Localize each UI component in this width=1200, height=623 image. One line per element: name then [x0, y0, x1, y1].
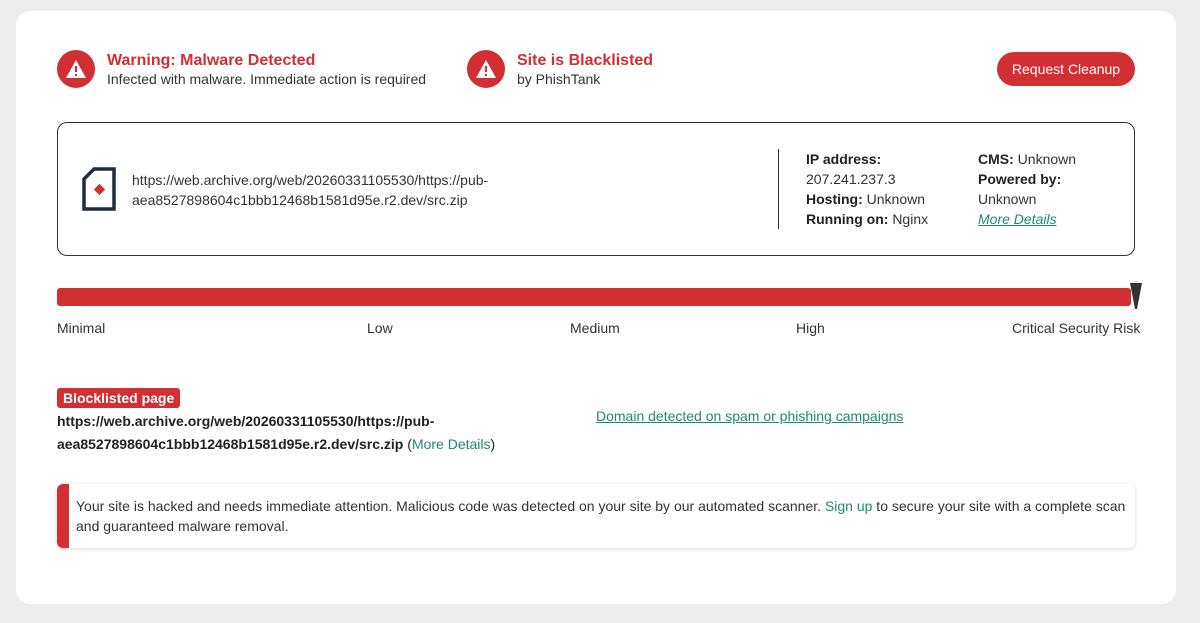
info-divider	[778, 149, 779, 229]
ip-value: 207.241.237.3	[806, 171, 896, 187]
scanned-url-line2: aea8527898604c1bbb12468b1581d95e.r2.dev/…	[132, 192, 468, 208]
risk-level-medium: Medium	[570, 320, 620, 336]
file-alert-icon	[82, 167, 116, 216]
server-info: IP address: 207.241.237.3 Hosting: Unkno…	[806, 149, 966, 229]
blocklisted-url-line1: https://web.archive.org/web/202603311055…	[57, 413, 435, 429]
notice-stripe	[57, 484, 69, 548]
site-info-box: https://web.archive.org/web/202603311055…	[57, 122, 1135, 256]
malware-alert-subtitle: Infected with malware. Immediate action …	[107, 70, 427, 87]
platform-info: CMS: Unknown Powered by: Unknown More De…	[978, 149, 1118, 229]
blacklist-alert: Site is Blacklisted by PhishTank	[467, 50, 653, 88]
notice-text-before: Your site is hacked and needs immediate …	[76, 498, 825, 514]
more-details-link[interactable]: More Details	[978, 211, 1057, 227]
blocklisted-url-line2: aea8527898604c1bbb12468b1581d95e.r2.dev/…	[57, 436, 404, 452]
risk-level-low: Low	[367, 320, 393, 336]
risk-level-high: High	[796, 320, 825, 336]
blocklisted-url: https://web.archive.org/web/202603311055…	[57, 410, 577, 456]
hosting-label: Hosting:	[806, 191, 863, 207]
blacklist-alert-title: Site is Blacklisted	[517, 51, 654, 69]
malware-alert-title: Warning: Malware Detected	[107, 51, 316, 69]
scan-result-card: Warning: Malware Detected Infected with …	[16, 11, 1176, 604]
cms-value: Unknown	[1017, 151, 1077, 167]
blacklist-alert-subtitle: by PhishTank	[517, 70, 601, 87]
warning-icon	[57, 50, 95, 88]
notice-message: Your site is hacked and needs immediate …	[76, 496, 1126, 536]
hosting-value: Unknown	[866, 191, 926, 207]
risk-pointer-icon	[1130, 283, 1142, 316]
scanned-url-line1: https://web.archive.org/web/202603311055…	[132, 172, 489, 188]
running-label: Running on:	[806, 211, 889, 227]
powered-value: Unknown	[978, 191, 1037, 207]
cms-label: CMS:	[978, 151, 1014, 167]
risk-level-critical: Critical Security Risk	[1012, 320, 1141, 336]
malware-alert: Warning: Malware Detected Infected with …	[57, 50, 426, 88]
scanned-url: https://web.archive.org/web/202603311055…	[132, 170, 512, 210]
blocklisted-badge: Blocklisted page	[57, 388, 181, 408]
more-details-open: (	[403, 436, 412, 452]
powered-label: Powered by:	[978, 171, 1062, 187]
more-details-close: )	[490, 436, 496, 452]
risk-level-bar	[57, 288, 1131, 306]
hacked-notice: Your site is hacked and needs immediate …	[57, 484, 1135, 548]
request-cleanup-button[interactable]: Request Cleanup	[997, 52, 1135, 86]
warning-icon	[467, 50, 505, 88]
ip-label: IP address:	[806, 151, 882, 167]
spam-phishing-link[interactable]: Domain detected on spam or phishing camp…	[596, 408, 903, 424]
risk-level-minimal: Minimal	[57, 320, 106, 336]
running-value: Nginx	[892, 211, 929, 227]
signup-link[interactable]: Sign up	[825, 498, 872, 514]
blocklist-more-details-link[interactable]: More Details	[412, 436, 491, 452]
